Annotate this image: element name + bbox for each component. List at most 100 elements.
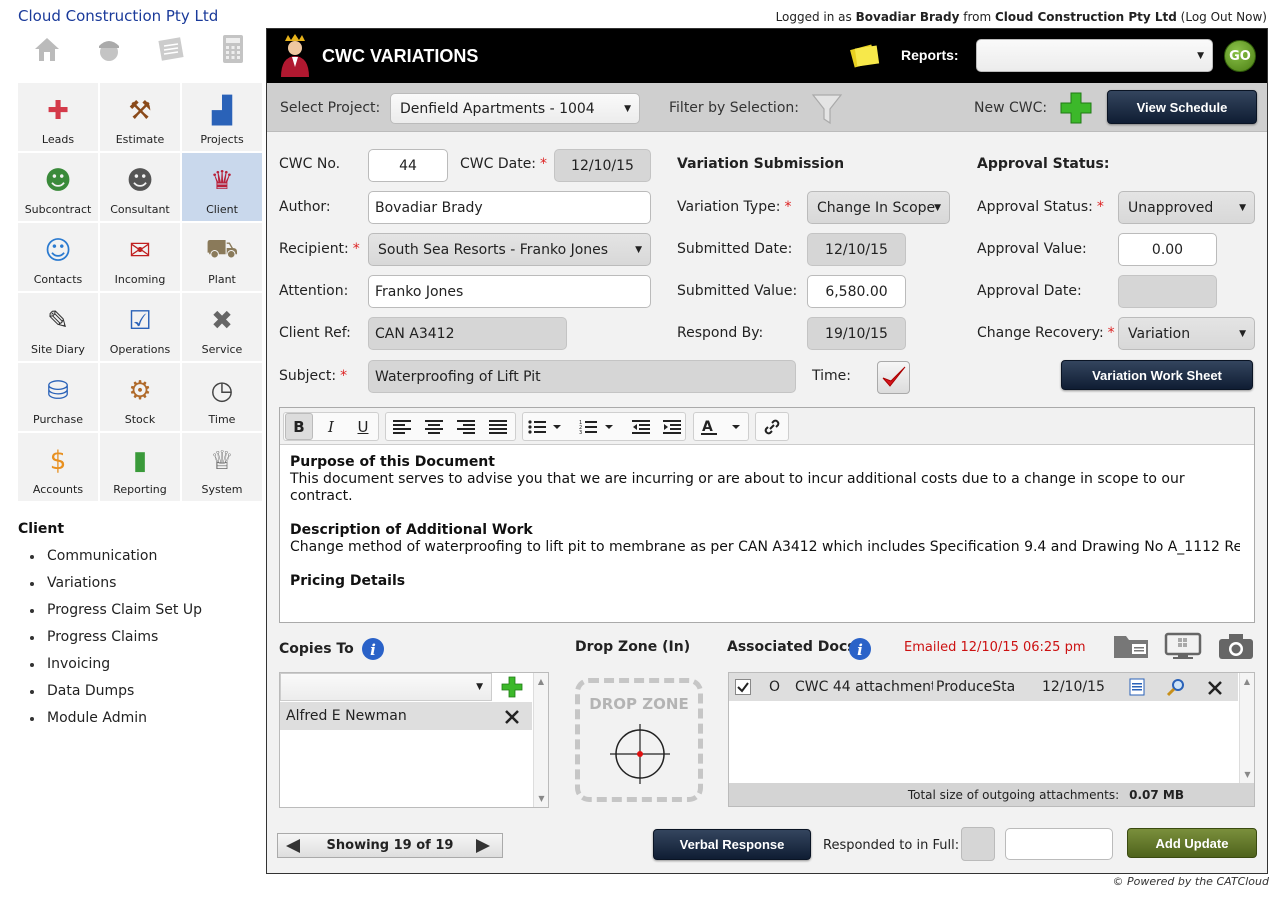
sidebar-item-progress-claims[interactable]: Progress Claims: [30, 629, 202, 656]
author-field[interactable]: Bovadiar Brady: [368, 191, 651, 224]
logout-link[interactable]: (Log Out Now): [1181, 10, 1267, 24]
copies-scrollbar[interactable]: ▲ ▼: [533, 673, 548, 807]
sidebar-item-variations[interactable]: Variations: [30, 575, 202, 602]
module-client[interactable]: ♛ Client: [182, 153, 262, 221]
approval-status-select[interactable]: Unapproved: [1118, 191, 1255, 224]
time-checkbox[interactable]: [877, 361, 910, 394]
next-icon[interactable]: [474, 838, 492, 854]
module-system[interactable]: ♕ System: [182, 433, 262, 501]
bullet-list-icon[interactable]: [525, 413, 565, 440]
recipient-select[interactable]: South Sea Resorts - Franko Jones: [368, 233, 651, 266]
underline-icon[interactable]: U: [349, 413, 377, 440]
variation-work-sheet-button[interactable]: Variation Work Sheet: [1061, 360, 1253, 390]
scroll-down-icon[interactable]: ▼: [534, 794, 549, 803]
approval-date-field[interactable]: [1118, 275, 1217, 308]
calculator-icon[interactable]: [216, 32, 250, 66]
attention-field[interactable]: Franko Jones: [368, 275, 651, 308]
respond-by-field[interactable]: 19/10/15: [807, 317, 906, 350]
sidebar-item-module-admin[interactable]: Module Admin: [30, 710, 202, 737]
justify-icon[interactable]: [484, 413, 512, 440]
cwc-date-field[interactable]: 12/10/15: [554, 149, 651, 182]
filter-icon[interactable]: [811, 92, 843, 126]
module-plant[interactable]: ⛟ Plant: [182, 223, 262, 291]
approval-value-field[interactable]: 0.00: [1118, 233, 1217, 266]
module-stock[interactable]: ⚙ Stock: [100, 363, 180, 431]
puzzle-icon: ✚: [47, 96, 69, 126]
diary-icon: ✎: [47, 306, 69, 336]
helmet-icon[interactable]: [92, 32, 126, 66]
module-estimate[interactable]: ⚒ Estimate: [100, 83, 180, 151]
submitted-value-field[interactable]: 6,580.00: [807, 275, 906, 308]
numbered-list-icon[interactable]: 123: [576, 413, 618, 440]
submitted-date-field[interactable]: 12/10/15: [807, 233, 906, 266]
sidebar-item-progress-claim-set-up[interactable]: Progress Claim Set Up: [30, 602, 202, 629]
responded-date-field[interactable]: [1005, 828, 1113, 860]
drop-zone[interactable]: DROP ZONE: [575, 678, 703, 802]
add-copy-icon[interactable]: [500, 676, 524, 698]
project-toolbar: Select Project: Denfield Apartments - 10…: [267, 83, 1267, 132]
module-reporting[interactable]: ▮ Reporting: [100, 433, 180, 501]
module-subcontract[interactable]: ☻ Subcontract: [18, 153, 98, 221]
add-cwc-icon[interactable]: [1059, 91, 1093, 125]
variation-type-select[interactable]: Change In Scope: [807, 191, 950, 224]
responded-checkbox[interactable]: [961, 827, 995, 861]
outdent-icon[interactable]: [627, 413, 655, 440]
module-service[interactable]: ✖ Service: [182, 293, 262, 361]
add-update-button[interactable]: Add Update: [1127, 828, 1257, 858]
module-time[interactable]: ◷ Time: [182, 363, 262, 431]
sidebar-item-communication[interactable]: Communication: [30, 548, 202, 575]
doc-row[interactable]: O CWC 44 attachment ProduceSta 12/10/15: [729, 673, 1238, 701]
module-consultant[interactable]: ☻ Consultant: [100, 153, 180, 221]
italic-icon[interactable]: I: [317, 413, 345, 440]
module-incoming[interactable]: ✉ Incoming: [100, 223, 180, 291]
docs-scroll-up-icon[interactable]: ▲: [1240, 677, 1254, 686]
sidebar-heading: Client: [18, 521, 65, 537]
folder-icon[interactable]: [1112, 632, 1150, 660]
change-recovery-select[interactable]: Variation: [1118, 317, 1255, 350]
camera-icon[interactable]: [1217, 632, 1255, 660]
sidebar-item-data-dumps[interactable]: Data Dumps: [30, 683, 202, 710]
indent-icon[interactable]: [658, 413, 686, 440]
docs-info-icon[interactable]: i: [848, 637, 872, 661]
module-site-diary[interactable]: ✎ Site Diary: [18, 293, 98, 361]
remove-doc-icon[interactable]: [1207, 680, 1223, 696]
link-icon[interactable]: [758, 413, 786, 440]
word-doc-icon[interactable]: [1128, 678, 1146, 696]
module-projects[interactable]: ▟ Projects: [182, 83, 262, 151]
module-accounts[interactable]: $ Accounts: [18, 433, 98, 501]
copies-select[interactable]: [280, 673, 492, 701]
sticky-notes-icon[interactable]: [849, 41, 881, 69]
cwc-no-field[interactable]: 44: [368, 149, 448, 182]
view-schedule-button[interactable]: View Schedule: [1107, 90, 1257, 124]
remove-copy-icon[interactable]: [504, 709, 520, 725]
recipient-label: Recipient: *: [279, 241, 360, 257]
module-operations[interactable]: ☑ Operations: [100, 293, 180, 361]
variation-type-label-text: Variation Type:: [677, 199, 781, 215]
docs-scrollbar[interactable]: ▲ ▼: [1239, 673, 1254, 783]
magnifier-icon[interactable]: [1166, 677, 1186, 697]
client-ref-field[interactable]: CAN A3412: [368, 317, 567, 350]
align-left-icon[interactable]: [388, 413, 416, 440]
screen-capture-icon[interactable]: [1164, 632, 1202, 660]
bold-icon[interactable]: B: [285, 413, 313, 440]
reports-select[interactable]: [976, 39, 1213, 72]
align-center-icon[interactable]: [420, 413, 448, 440]
font-color-icon[interactable]: A: [696, 413, 748, 440]
project-select[interactable]: Denfield Apartments - 1004: [390, 93, 640, 124]
module-leads[interactable]: ✚ Leads: [18, 83, 98, 151]
info-icon[interactable]: i: [361, 637, 385, 661]
home-icon[interactable]: [30, 32, 64, 66]
align-right-icon[interactable]: [452, 413, 480, 440]
editor-content[interactable]: Purpose of this Document This document s…: [290, 454, 1240, 590]
doc-row-checkbox[interactable]: [735, 679, 751, 695]
copies-row[interactable]: Alfred E Newman: [280, 702, 532, 730]
scroll-up-icon[interactable]: ▲: [534, 677, 548, 686]
module-purchase[interactable]: ⛁ Purchase: [18, 363, 98, 431]
module-contacts[interactable]: ☺ Contacts: [18, 223, 98, 291]
sidebar-item-invoicing[interactable]: Invoicing: [30, 656, 202, 683]
verbal-response-button[interactable]: Verbal Response: [653, 829, 811, 860]
go-button[interactable]: GO: [1224, 40, 1256, 72]
subject-field[interactable]: Waterproofing of Lift Pit: [368, 360, 796, 393]
notepad-icon[interactable]: [154, 32, 188, 66]
docs-scroll-down-icon[interactable]: ▼: [1240, 770, 1255, 779]
